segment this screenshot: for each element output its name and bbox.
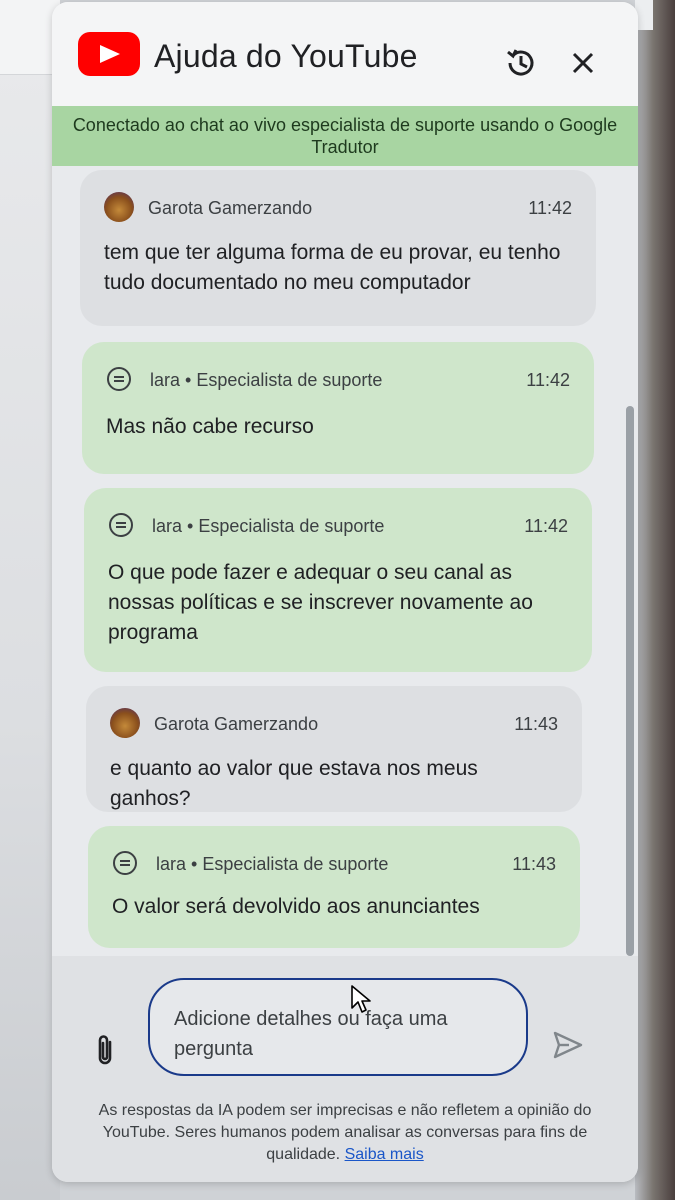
send-icon[interactable] (552, 1030, 584, 1060)
chat-scrollbar[interactable] (626, 166, 634, 956)
mouse-cursor-icon (350, 984, 372, 1016)
close-icon[interactable] (568, 48, 598, 78)
message-sender: lara • Especialista de suporte (150, 370, 383, 390)
message-sender: lara • Especialista de suporte (152, 516, 385, 536)
message-composer: Adicione detalhes ou faça uma pergunta A… (52, 956, 638, 1182)
message-header: lara • Especialista de suporte 11:42 (106, 364, 570, 396)
help-panel: Ajuda do YouTube Conectado ao chat ao vi… (52, 2, 638, 1182)
background-browser-toolbar (0, 0, 60, 75)
message-sender: Garota Gamerzando (148, 198, 313, 218)
live-chat-banner: Conectado ao chat ao vivo especialista d… (52, 106, 638, 166)
agent-icon (106, 366, 132, 392)
message-text: O que pode fazer e adequar o seu canal a… (108, 561, 533, 644)
message-text: Mas não cabe recurso (106, 415, 314, 438)
message-input-placeholder: Adicione detalhes ou faça uma pergunta (174, 1008, 448, 1060)
chat-message-agent: lara • Especialista de suporte 11:43 O v… (88, 826, 580, 948)
message-header: Garota Gamerzando 11:42 (104, 192, 572, 224)
youtube-logo-icon (78, 32, 140, 76)
chat-message-agent: lara • Especialista de suporte 11:42 Mas… (82, 342, 594, 474)
message-sender: Garota Gamerzando (154, 714, 319, 734)
agent-icon (112, 850, 138, 876)
message-text: tem que ter alguma forma de eu provar, e… (104, 241, 561, 294)
ai-disclaimer: As respostas da IA podem ser imprecisas … (72, 1100, 618, 1166)
message-input[interactable]: Adicione detalhes ou faça uma pergunta (148, 978, 528, 1076)
background-right-edge (635, 0, 675, 1200)
message-time: 11:42 (524, 516, 568, 536)
background-browser-left (0, 0, 60, 1200)
message-header: lara • Especialista de suporte 11:42 (108, 510, 568, 542)
chat-message-agent: lara • Especialista de suporte 11:42 O q… (84, 488, 592, 672)
avatar (110, 708, 140, 738)
panel-title: Ajuda do YouTube (154, 38, 418, 74)
agent-icon (108, 512, 134, 538)
chat-message-user: Garota Gamerzando 11:42 tem que ter algu… (80, 170, 596, 326)
panel-header: Ajuda do YouTube (52, 2, 638, 106)
message-text: e quanto ao valor que estava nos meus ga… (110, 757, 478, 810)
message-time: 11:43 (512, 854, 556, 874)
chat-message-user: Garota Gamerzando 11:43 e quanto ao valo… (86, 686, 582, 812)
scrollbar-thumb[interactable] (626, 406, 634, 956)
message-header: lara • Especialista de suporte 11:43 (112, 848, 556, 880)
message-header: Garota Gamerzando 11:43 (110, 708, 558, 740)
message-sender: lara • Especialista de suporte (156, 854, 389, 874)
message-time: 11:42 (526, 370, 570, 390)
message-time: 11:42 (528, 198, 572, 218)
learn-more-link[interactable]: Saiba mais (345, 1146, 424, 1163)
message-time: 11:43 (514, 714, 558, 734)
avatar (104, 192, 134, 222)
attach-icon[interactable] (94, 1032, 116, 1068)
message-text: O valor será devolvido aos anunciantes (112, 895, 480, 918)
chat-transcript: Garota Gamerzando 11:42 tem que ter algu… (52, 166, 638, 956)
history-icon[interactable] (504, 46, 538, 80)
